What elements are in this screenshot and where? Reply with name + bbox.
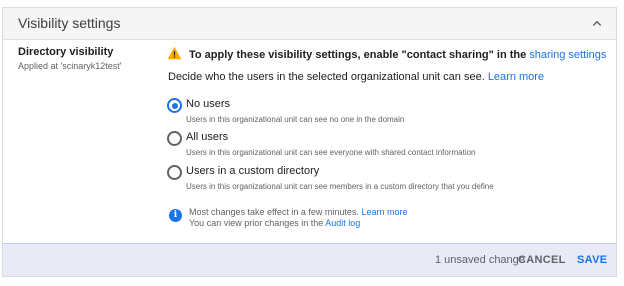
option-label-no-users: No users bbox=[186, 98, 231, 110]
description-text: Decide who the users in the selected org… bbox=[168, 71, 488, 83]
unsaved-change-count: 1 unsaved change bbox=[435, 254, 525, 266]
info-line-1: Most changes take effect in a few minute… bbox=[189, 207, 407, 217]
save-button[interactable]: SAVE bbox=[577, 254, 607, 266]
radio-custom-directory[interactable] bbox=[167, 165, 182, 180]
radio-no-users[interactable] bbox=[167, 98, 182, 113]
visibility-settings-card: Visibility settings Directory visibility… bbox=[2, 7, 617, 277]
setting-label-column: Directory visibility Applied at 'scinary… bbox=[18, 46, 122, 71]
radio-all-users[interactable] bbox=[167, 131, 182, 146]
cancel-button[interactable]: CANCEL bbox=[518, 254, 566, 266]
option-sub-no-users: Users in this organizational unit can se… bbox=[186, 115, 405, 124]
info-icon: i bbox=[169, 209, 182, 222]
option-label-custom-directory: Users in a custom directory bbox=[186, 165, 320, 177]
card-title: Visibility settings bbox=[18, 15, 121, 31]
warning-icon bbox=[167, 46, 182, 60]
setting-title: Directory visibility bbox=[18, 46, 114, 58]
card-header[interactable]: Visibility settings bbox=[3, 8, 616, 40]
audit-log-link[interactable]: Audit log bbox=[325, 218, 360, 228]
action-footer: 1 unsaved change CANCEL SAVE bbox=[3, 243, 616, 276]
info-text-1: Most changes take effect in a few minute… bbox=[189, 207, 362, 217]
info-text-2: You can view prior changes in the bbox=[189, 218, 326, 228]
warning-message: To apply these visibility settings, enab… bbox=[189, 49, 530, 61]
option-sub-all-users: Users in this organizational unit can se… bbox=[186, 148, 476, 157]
learn-more-link[interactable]: Learn more bbox=[488, 71, 544, 83]
visibility-description: Decide who the users in the selected org… bbox=[168, 71, 544, 83]
info-learn-more-link[interactable]: Learn more bbox=[361, 207, 407, 217]
chevron-up-icon[interactable] bbox=[588, 15, 606, 33]
applied-at-text: Applied at 'scinaryk12test' bbox=[18, 61, 122, 71]
option-sub-custom-directory: Users in this organizational unit can se… bbox=[186, 182, 494, 191]
warning-text: To apply these visibility settings, enab… bbox=[189, 49, 606, 61]
sharing-settings-link[interactable]: sharing settings bbox=[529, 49, 606, 61]
info-line-2: You can view prior changes in the Audit … bbox=[189, 218, 360, 228]
option-label-all-users: All users bbox=[186, 131, 229, 143]
